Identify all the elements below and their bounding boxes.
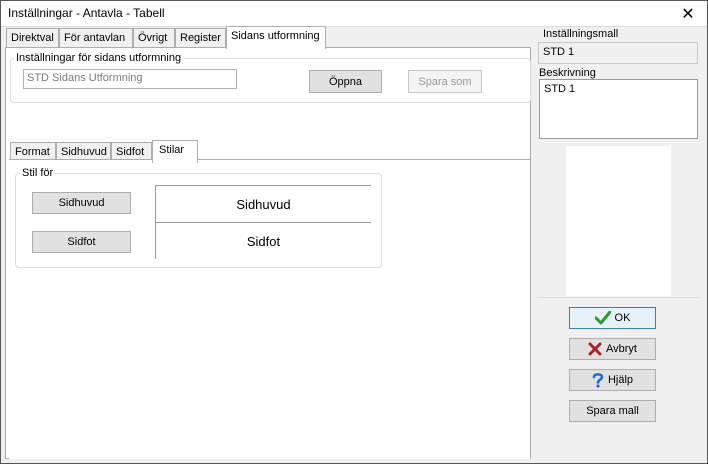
- cancel-button[interactable]: Avbryt: [569, 338, 656, 360]
- save-as-button[interactable]: Spara som: [408, 70, 482, 93]
- x-icon: [588, 342, 602, 356]
- style-for-group-label: Stil för: [20, 167, 56, 179]
- tab-register[interactable]: Register: [175, 28, 226, 48]
- page-template-field[interactable]: STD Sidans Utformning: [23, 69, 237, 89]
- footer-preview: Sidfot: [155, 223, 371, 259]
- open-button[interactable]: Öppna: [309, 70, 382, 93]
- tab-label: Sidhuvud: [61, 146, 107, 158]
- save-as-button-label: Spara som: [418, 75, 472, 88]
- description-label: Beskrivning: [539, 67, 596, 79]
- inner-tab-stilar[interactable]: Stilar: [152, 140, 198, 163]
- close-icon: ✕: [681, 6, 695, 23]
- tab-label: Direktval: [11, 32, 54, 44]
- help-button-label: Hjälp: [607, 374, 634, 386]
- question-icon: [592, 373, 604, 388]
- template-label: Inställningsmall: [543, 28, 619, 40]
- save-template-button[interactable]: Spara mall: [569, 400, 656, 422]
- close-button[interactable]: ✕: [669, 1, 707, 27]
- header-style-button[interactable]: Sidhuvud: [32, 192, 131, 214]
- title-bar: Inställningar - Antavla - Tabell ✕: [1, 1, 707, 27]
- tab-label: Övrigt: [138, 32, 168, 44]
- page-settings-group-label: Inställningar för sidans utformning: [14, 52, 184, 64]
- settings-window: Inställningar - Antavla - Tabell ✕ Direk…: [0, 0, 708, 464]
- description-field[interactable]: STD 1: [539, 79, 698, 139]
- save-template-button-label: Spara mall: [586, 405, 639, 417]
- check-icon: [594, 311, 611, 325]
- header-style-button-label: Sidhuvud: [58, 197, 105, 209]
- tab-sidans-utformning[interactable]: Sidans utformning: [226, 26, 326, 49]
- tab-direktval[interactable]: Direktval: [6, 28, 59, 48]
- tab-label: Sidans utformning: [231, 30, 320, 42]
- page-preview-image: [566, 146, 671, 296]
- right-pane-divider: [537, 297, 701, 298]
- header-preview-text: Sidhuvud: [236, 196, 291, 212]
- footer-preview-text: Sidfot: [246, 233, 281, 249]
- template-field: STD 1: [538, 42, 698, 64]
- ok-button[interactable]: OK: [569, 307, 656, 329]
- window-title: Inställningar - Antavla - Tabell: [8, 6, 165, 20]
- footer-style-button[interactable]: Sidfot: [32, 231, 131, 253]
- tab-label: Register: [180, 32, 221, 44]
- header-preview: Sidhuvud: [155, 185, 371, 223]
- tab-ovrigt[interactable]: Övrigt: [133, 28, 175, 48]
- ok-button-label: OK: [614, 312, 631, 324]
- tab-label: För antavlan: [64, 32, 126, 44]
- help-button[interactable]: Hjälp: [569, 369, 656, 391]
- open-button-label: Öppna: [328, 75, 363, 88]
- inner-tab-panel-stilar: Stil för Sidhuvud Sidfot Sidhuvud Sidfot: [9, 159, 530, 459]
- tab-for-antavlan[interactable]: För antavlan: [59, 28, 133, 48]
- footer-style-button-label: Sidfot: [67, 236, 96, 248]
- cancel-button-label: Avbryt: [606, 343, 637, 355]
- tab-label: Stilar: [159, 144, 185, 156]
- tab-label: Sidfot: [116, 146, 145, 158]
- tab-label: Format: [15, 146, 50, 158]
